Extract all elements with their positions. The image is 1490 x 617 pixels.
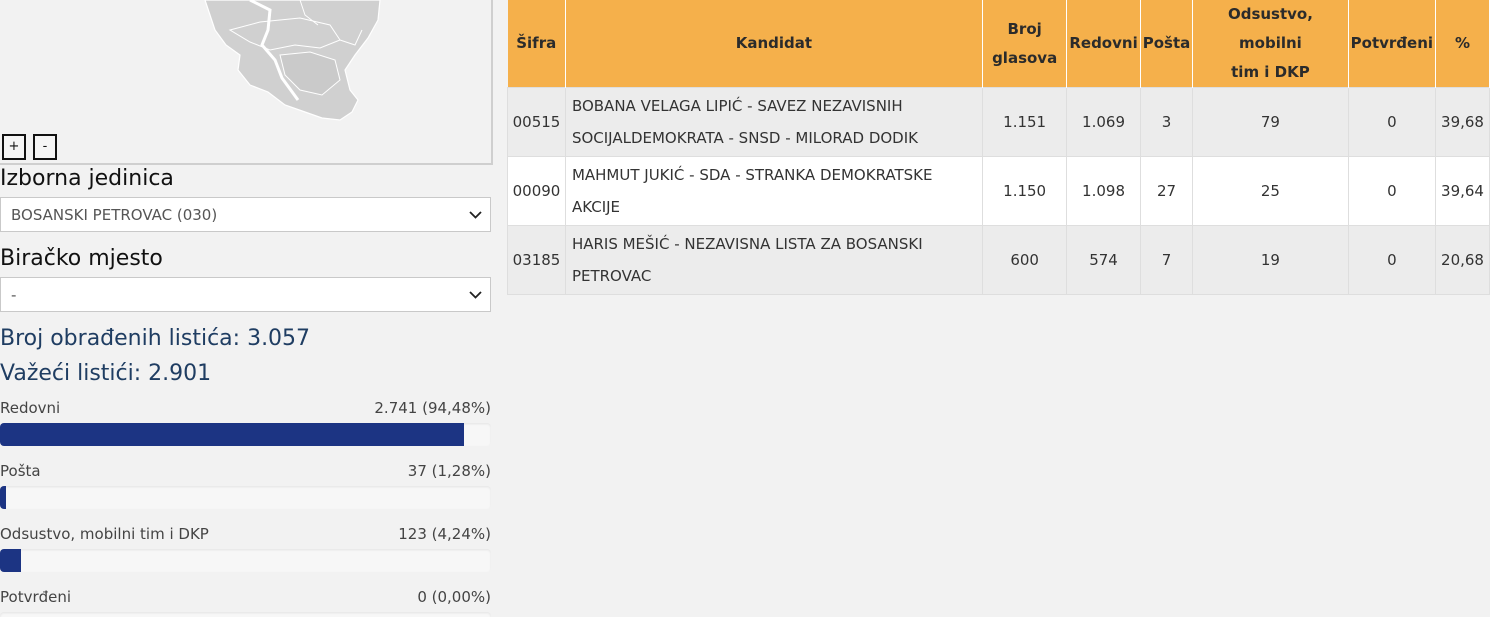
table-header-row: Šifra Kandidat Broj glasova Redovni Pošta… xyxy=(507,0,1490,88)
cell-candidate: MAHMUT JUKIĆ - SDA - STRANKA DEMOKRATSKE… xyxy=(564,156,983,226)
progress-fill xyxy=(0,486,7,509)
station-select[interactable]: - xyxy=(0,277,491,312)
header-absent[interactable]: Odsustvo, mobilni tim i DKP xyxy=(1192,0,1349,88)
candidate-line1: BOBANA VELAGA LIPIĆ - SAVEZ NEZAVISNIH xyxy=(571,97,903,115)
cell-absent: 79 xyxy=(1192,87,1349,157)
results-table: Šifra Kandidat Broj glasova Redovni Pošta… xyxy=(507,0,1490,295)
map-shape[interactable] xyxy=(0,0,493,165)
cell-absent: 19 xyxy=(1192,225,1349,295)
candidate-line1: MAHMUT JUKIĆ - SDA - STRANKA DEMOKRATSKE xyxy=(571,166,933,184)
cell-regular: 1.098 xyxy=(1066,156,1141,226)
cell-code: 03185 xyxy=(507,225,566,295)
unit-select[interactable]: BOSANSKI PETROVAC (030) xyxy=(0,197,491,232)
bar-label: Redovni xyxy=(0,399,61,417)
table-row: 03185 HARIS MEŠIĆ - NEZAVISNA LISTA ZA B… xyxy=(507,225,1490,295)
candidate-line2: AKCIJE xyxy=(571,198,621,216)
cell-regular: 1.069 xyxy=(1066,87,1141,157)
bar-label: Odsustvo, mobilni tim i DKP xyxy=(0,525,209,543)
cell-candidate: HARIS MEŠIĆ - NEZAVISNA LISTA ZA BOSANSK… xyxy=(564,225,983,295)
header-votes-line1: Broj xyxy=(1007,19,1042,38)
header-absent-line1: Odsustvo, mobilni xyxy=(1227,5,1313,52)
cell-votes: 1.151 xyxy=(981,87,1068,157)
cell-percent: 39,64 xyxy=(1435,156,1490,226)
unit-select-value: BOSANSKI PETROVAC (030) xyxy=(11,206,218,224)
cell-confirmed: 0 xyxy=(1347,225,1437,295)
cell-absent: 25 xyxy=(1192,156,1349,226)
station-select-value: - xyxy=(11,286,17,304)
candidate-line2: SOCIJALDEMOKRATA - SNSD - MILORAD DODIK xyxy=(571,129,918,147)
bar-value: 123 (4,24%) xyxy=(398,525,491,543)
valid-ballots: Važeći listići: 2.901 xyxy=(0,361,212,386)
cell-confirmed: 0 xyxy=(1347,156,1437,226)
progress-track xyxy=(0,549,491,572)
cell-candidate: BOBANA VELAGA LIPIĆ - SAVEZ NEZAVISNIH SO… xyxy=(564,87,983,157)
cell-percent: 20,68 xyxy=(1435,225,1490,295)
unit-label: Izborna jedinica xyxy=(0,166,174,191)
table-row: 00090 MAHMUT JUKIĆ - SDA - STRANKA DEMOK… xyxy=(507,156,1490,226)
header-confirmed[interactable]: Potvrđeni xyxy=(1348,0,1437,88)
candidate-line1: HARIS MEŠIĆ - NEZAVISNA LISTA ZA BOSANSK… xyxy=(571,235,923,253)
cell-regular: 574 xyxy=(1066,225,1141,295)
cell-code: 00090 xyxy=(507,156,566,226)
bar-label: Pošta xyxy=(0,462,41,480)
bar-value: 37 (1,28%) xyxy=(407,462,491,480)
chevron-down-icon xyxy=(469,291,482,299)
cell-mail: 27 xyxy=(1139,156,1194,226)
header-votes[interactable]: Broj glasova xyxy=(982,0,1068,88)
header-candidate[interactable]: Kandidat xyxy=(565,0,983,88)
table-row: 00515 BOBANA VELAGA LIPIĆ - SAVEZ NEZAVI… xyxy=(507,87,1490,157)
progress-track xyxy=(0,612,491,617)
zoom-out-button[interactable]: - xyxy=(33,134,57,160)
cell-confirmed: 0 xyxy=(1347,87,1437,157)
header-mail[interactable]: Pošta xyxy=(1140,0,1194,88)
progress-track xyxy=(0,486,491,509)
header-regular[interactable]: Redovni xyxy=(1066,0,1141,88)
zoom-in-button[interactable]: + xyxy=(2,134,26,160)
bar-label: Potvrđeni xyxy=(0,588,72,606)
cell-mail: 3 xyxy=(1139,87,1194,157)
candidate-line2: PETROVAC xyxy=(571,267,652,285)
cell-mail: 7 xyxy=(1139,225,1194,295)
bar-value: 2.741 (94,48%) xyxy=(374,399,491,417)
progress-fill xyxy=(0,423,464,446)
left-panel: + - Izborna jedinica BOSANSKI PETROVAC (… xyxy=(0,0,495,617)
progress-track xyxy=(0,423,491,446)
cell-votes: 600 xyxy=(981,225,1068,295)
header-absent-line2: tim i DKP xyxy=(1231,63,1310,81)
progress-fill xyxy=(0,549,21,572)
header-votes-line2: glasova xyxy=(992,48,1058,67)
chevron-down-icon xyxy=(469,211,482,219)
bar-value: 0 (0,00%) xyxy=(417,588,491,606)
header-code[interactable]: Šifra xyxy=(507,0,566,88)
processed-ballots: Broj obrađenih listića: 3.057 xyxy=(0,326,311,351)
region-map[interactable]: + - xyxy=(0,0,493,165)
station-label: Biračko mjesto xyxy=(0,246,163,271)
cell-votes: 1.150 xyxy=(981,156,1068,226)
header-percent[interactable]: % xyxy=(1435,0,1490,88)
cell-code: 00515 xyxy=(507,87,566,157)
cell-percent: 39,68 xyxy=(1435,87,1490,157)
